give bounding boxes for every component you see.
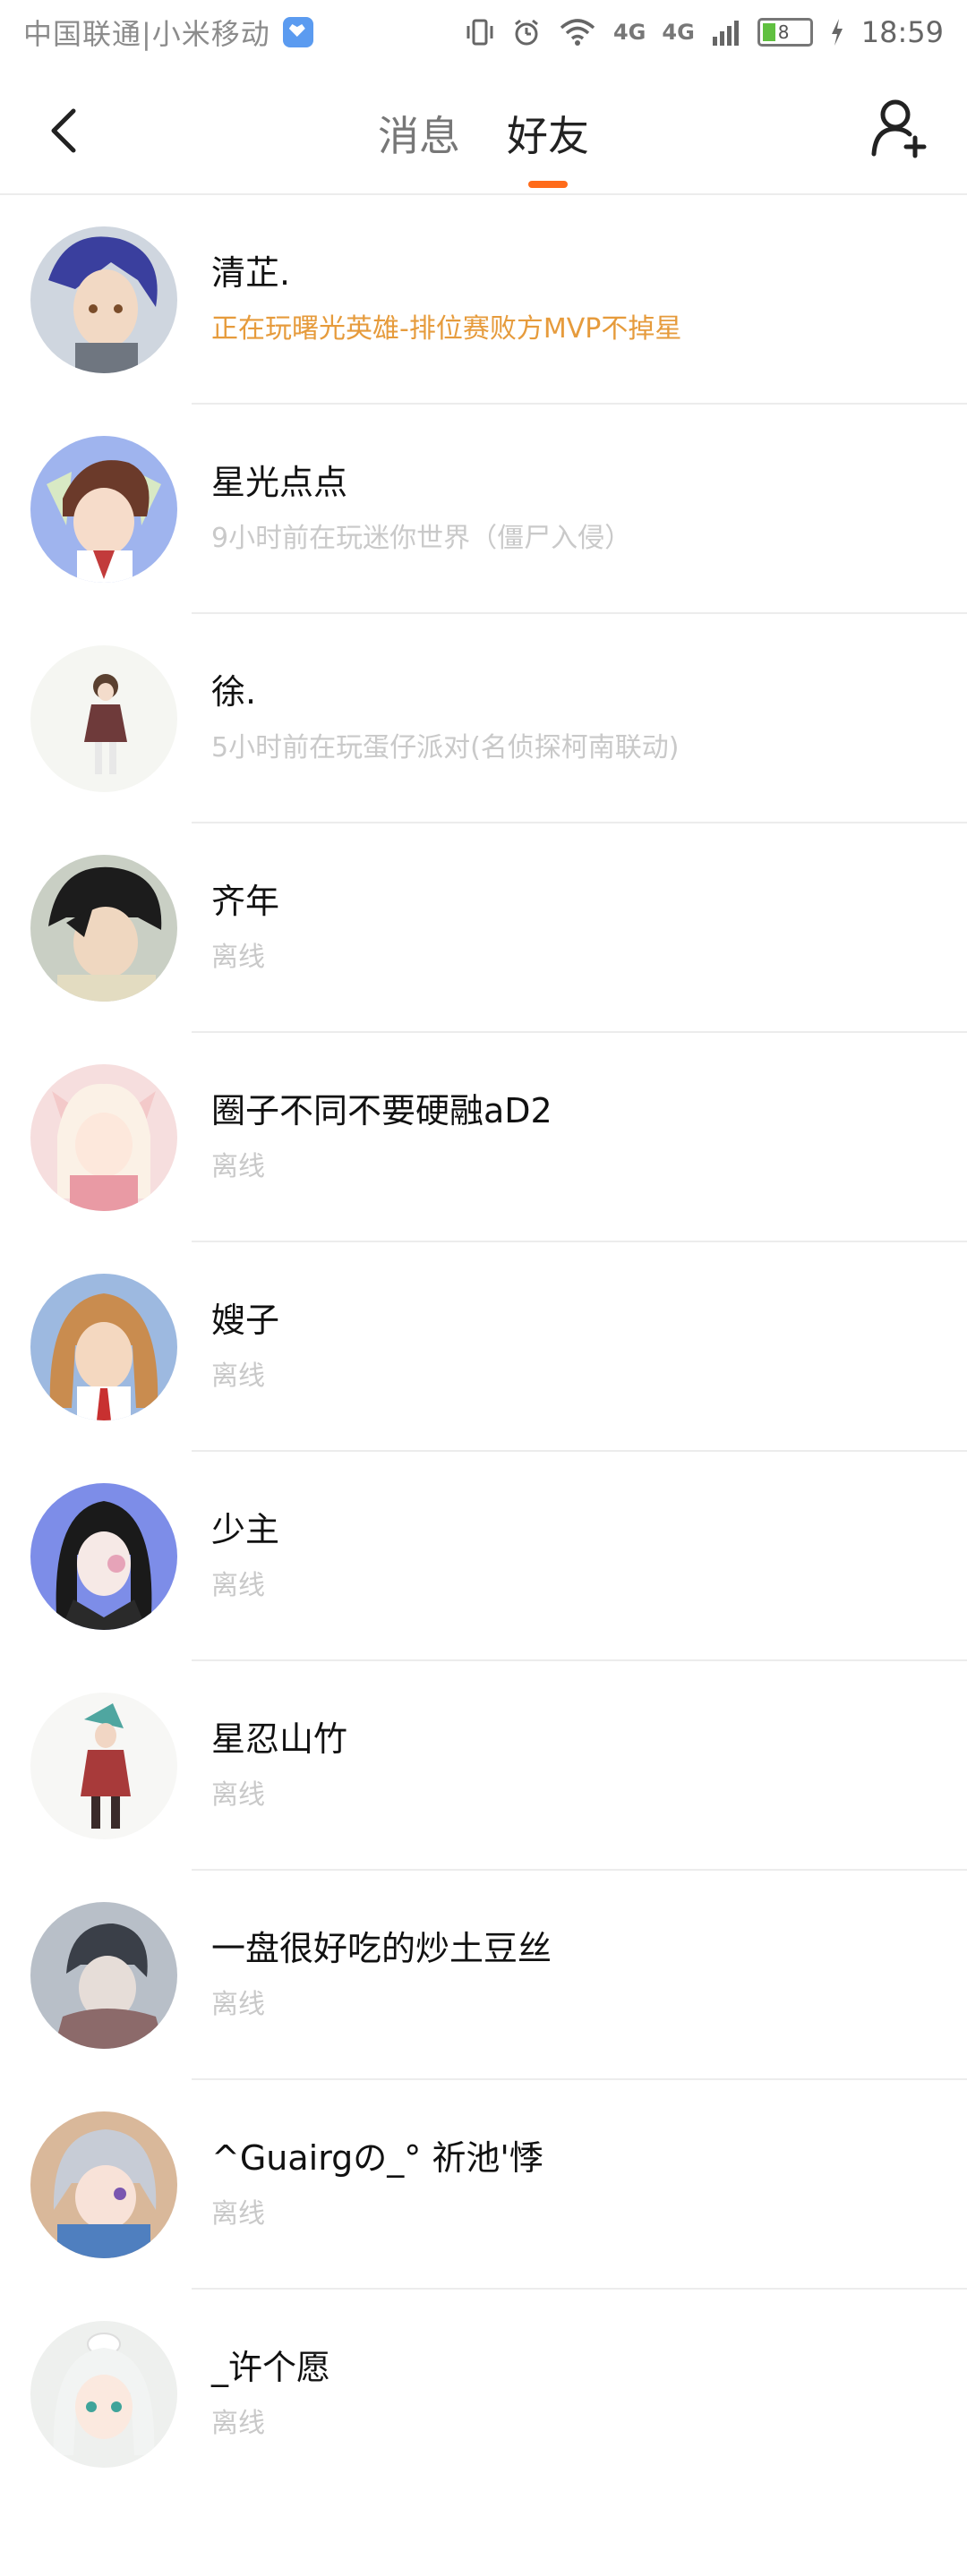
- friend-status: 正在玩曙光英雄-排位赛败方MVP不掉星: [211, 313, 682, 345]
- friend-name: 少主: [211, 1510, 280, 1549]
- active-tab-indicator: [528, 181, 568, 188]
- friend-status: 离线: [211, 1570, 265, 1601]
- friend-list: 清芷. 正在玩曙光英雄-排位赛败方MVP不掉星 星光点点 9小时前在玩迷你世界（…: [0, 195, 967, 2499]
- tab-messages[interactable]: 消息: [378, 98, 460, 183]
- friend-status: 离线: [211, 1779, 265, 1811]
- status-bar: 中国联通|小米移动 4G 4G 8 18:59: [0, 0, 967, 64]
- signal-icon: [711, 17, 741, 47]
- wifi-icon: [558, 17, 597, 47]
- friend-name: 清芷.: [211, 253, 291, 293]
- friend-name: 星光点点: [211, 463, 348, 502]
- friend-item[interactable]: 圈子不同不要硬融aD2 离线: [0, 1033, 967, 1242]
- friend-item[interactable]: 一盘很好吃的炒土豆丝 离线: [0, 1871, 967, 2080]
- friend-status: 离线: [211, 1361, 265, 1392]
- avatar[interactable]: [30, 1693, 177, 1839]
- friend-name: 徐.: [211, 672, 257, 712]
- avatar[interactable]: [30, 436, 177, 583]
- friend-status: 5小时前在玩蛋仔派对(名侦探柯南联动): [211, 732, 680, 763]
- tab-friends[interactable]: 好友: [507, 98, 589, 188]
- tab-messages-label: 消息: [378, 112, 460, 160]
- battery-icon: 8: [757, 18, 813, 47]
- network-type-label: 4G: [612, 20, 646, 45]
- avatar[interactable]: [30, 1483, 177, 1630]
- tab-friends-label: 好友: [507, 112, 589, 160]
- avatar[interactable]: [30, 1064, 177, 1211]
- avatar[interactable]: [30, 2321, 177, 2468]
- friend-item[interactable]: 星光点点 9小时前在玩迷你世界（僵尸入侵）: [0, 405, 967, 614]
- friend-item[interactable]: 星忍山竹 离线: [0, 1661, 967, 1871]
- vibrate-icon: [465, 17, 495, 47]
- friend-name: ^Guairgの_° 祈池'悸: [211, 2138, 543, 2178]
- friend-status: 离线: [211, 942, 265, 973]
- friend-name: _许个愿: [211, 2348, 331, 2387]
- charging-icon: [829, 17, 845, 47]
- alarm-icon: [511, 17, 542, 47]
- friend-item[interactable]: 嫂子 离线: [0, 1242, 967, 1452]
- friend-status: 9小时前在玩迷你世界（僵尸入侵）: [211, 523, 632, 554]
- battery-fill: [762, 23, 775, 41]
- avatar[interactable]: [30, 226, 177, 373]
- friend-name: 一盘很好吃的炒土豆丝: [211, 1929, 552, 1968]
- friend-name: 星忍山竹: [211, 1719, 348, 1759]
- avatar[interactable]: [30, 1274, 177, 1420]
- friend-name: 圈子不同不要硬融aD2: [211, 1091, 552, 1130]
- tab-bar: 消息 好友: [0, 98, 967, 188]
- friend-item[interactable]: _许个愿 离线: [0, 2290, 967, 2499]
- battery-level: 8: [777, 21, 790, 43]
- health-app-icon: [282, 17, 313, 47]
- avatar[interactable]: [30, 855, 177, 1002]
- friend-status: 离线: [211, 2408, 265, 2439]
- friend-item[interactable]: ^Guairgの_° 祈池'悸 离线: [0, 2080, 967, 2290]
- friend-status: 离线: [211, 1989, 265, 2020]
- friend-item[interactable]: 齐年 离线: [0, 823, 967, 1033]
- friend-name: 嫂子: [211, 1301, 280, 1340]
- add-friend-button[interactable]: [870, 97, 929, 159]
- network-type-label-2: 4G: [662, 20, 695, 45]
- friend-item[interactable]: 徐. 5小时前在玩蛋仔派对(名侦探柯南联动): [0, 614, 967, 823]
- friends-screen: 中国联通|小米移动 4G 4G 8 18:59 消息 好友 清芷. 正在玩曙光英…: [0, 0, 967, 2576]
- add-person-icon: [871, 99, 927, 158]
- friend-status: 离线: [211, 1151, 265, 1182]
- avatar[interactable]: [30, 1902, 177, 2049]
- status-icons: 4G 4G 8 18:59: [465, 15, 944, 49]
- top-nav-bar: 消息 好友: [0, 64, 967, 195]
- friend-name: 齐年: [211, 882, 280, 921]
- avatar[interactable]: [30, 645, 177, 792]
- friend-item[interactable]: 少主 离线: [0, 1452, 967, 1661]
- clock: 18:59: [860, 15, 944, 49]
- friend-status: 离线: [211, 2198, 265, 2230]
- carrier-label: 中国联通|小米移动: [23, 17, 270, 51]
- avatar[interactable]: [30, 2111, 177, 2258]
- friend-item[interactable]: 清芷. 正在玩曙光英雄-排位赛败方MVP不掉星: [0, 195, 967, 405]
